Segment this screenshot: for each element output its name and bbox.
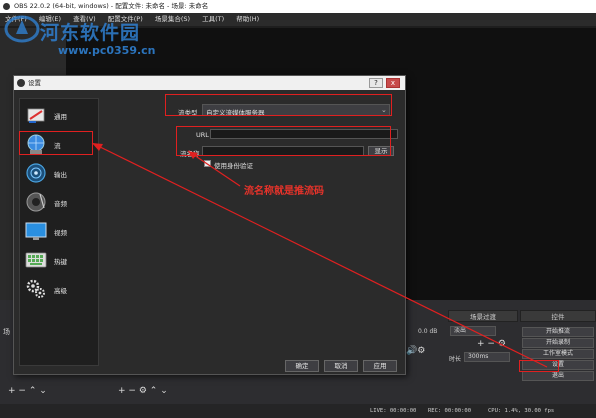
source-settings-icon[interactable]: ⚙ — [139, 386, 147, 396]
sidebar-item-general[interactable]: 通用 — [20, 101, 98, 129]
sidebar-item-label: 音频 — [54, 200, 67, 208]
remove-scene-icon[interactable]: − — [18, 386, 26, 396]
sidebar-item-audio[interactable]: 音频 — [20, 188, 98, 216]
mixer-gear-icon[interactable]: ⚙ — [417, 346, 425, 356]
source-up-icon[interactable]: ⌃ — [150, 386, 158, 396]
mixer-controls: 🔊⚙ — [406, 346, 425, 356]
menu-help[interactable]: 帮助(H) — [231, 13, 264, 26]
close-button[interactable]: x — [386, 78, 400, 88]
sidebar-item-video[interactable]: 视频 — [20, 217, 98, 245]
scenes-toolbar: + − ⌃ ⌄ — [8, 386, 47, 396]
menu-scene-collection[interactable]: 场景集合(S) — [150, 13, 195, 26]
add-transition-icon[interactable]: + — [477, 339, 485, 349]
advanced-icon — [26, 279, 45, 298]
controls-header: 控件 — [520, 310, 596, 322]
obs-logo-icon — [3, 3, 10, 10]
apply-button[interactable]: 应用 — [363, 360, 397, 372]
ok-button[interactable]: 确定 — [285, 360, 319, 372]
cpu-status: CPU: 1.4%, 30.00 fps — [488, 408, 555, 414]
sidebar-item-hotkeys[interactable]: 热键 — [20, 246, 98, 274]
add-source-icon[interactable]: + — [118, 386, 126, 396]
hotkeys-icon — [25, 252, 47, 268]
status-bar: LIVE: 00:00:00 REC: 00:00:00 CPU: 1.4%, … — [0, 404, 596, 418]
controls-dock: 控件 开始推流 开始录制 工作室模式 设置 退出 — [520, 310, 596, 404]
general-icon — [27, 108, 45, 123]
sidebar-item-label: 通用 — [54, 113, 67, 121]
studio-mode-button[interactable]: 工作室模式 — [522, 349, 594, 359]
sidebar-item-advanced[interactable]: 高级 — [20, 275, 98, 303]
obs-window-title: OBS 22.0.2 (64-bit, windows) - 配置文件: 未命名… — [14, 2, 209, 10]
annotation-note: 流名称就是推流码 — [244, 186, 324, 197]
remove-source-icon[interactable]: − — [128, 386, 136, 396]
stream-sidebar-highlight — [19, 131, 93, 155]
output-icon — [26, 163, 46, 183]
scene-up-icon[interactable]: ⌃ — [29, 386, 37, 396]
transitions-header: 场景过渡 — [448, 310, 518, 322]
duration-input[interactable]: 300ms — [464, 352, 510, 362]
source-down-icon[interactable]: ⌄ — [160, 386, 168, 396]
obs-title-bar: OBS 22.0.2 (64-bit, windows) - 配置文件: 未命名… — [0, 0, 596, 13]
url-key-highlight — [176, 126, 391, 156]
settings-title-bar: 设置 ? x — [14, 76, 405, 90]
help-button[interactable]: ? — [369, 78, 383, 88]
transition-gear-icon[interactable]: ⚙ — [498, 339, 506, 349]
transition-toolbar: + − ⚙ — [477, 339, 506, 349]
sidebar-item-label: 热键 — [54, 258, 67, 266]
remove-transition-icon[interactable]: − — [487, 339, 495, 349]
watermark-text: 河东软件园 — [40, 22, 141, 44]
start-streaming-button[interactable]: 开始推流 — [522, 327, 594, 337]
settings-dialog: 设置 ? x 通用 流 输出 音频 视频 热键 高级 流类型 自定义流媒体服务器… — [13, 75, 406, 375]
scene-down-icon[interactable]: ⌄ — [39, 386, 47, 396]
obs-logo-icon — [17, 79, 25, 87]
add-scene-icon[interactable]: + — [8, 386, 16, 396]
menu-tools[interactable]: 工具(T) — [197, 13, 229, 26]
audio-icon — [26, 192, 46, 212]
sidebar-item-output[interactable]: 输出 — [20, 159, 98, 187]
sidebar-item-label: 视频 — [54, 229, 67, 237]
live-status: LIVE: 00:00:00 — [370, 408, 417, 414]
cancel-button[interactable]: 取消 — [324, 360, 358, 372]
stream-type-highlight — [165, 94, 392, 116]
mixer-db-value: 0.0 dB — [418, 328, 438, 335]
scenes-dock-title: 场 — [3, 328, 10, 336]
sidebar-item-label: 输出 — [54, 171, 67, 179]
sidebar-item-label: 高级 — [54, 287, 67, 295]
settings-title: 设置 — [28, 79, 41, 87]
transition-select[interactable]: 淡出 — [450, 326, 496, 336]
watermark-url: www.pc0359.cn — [58, 44, 156, 57]
exit-button[interactable]: 退出 — [522, 371, 594, 381]
sources-toolbar: + − ⚙ ⌃ ⌄ — [118, 386, 168, 396]
auth-checkbox[interactable] — [204, 160, 211, 167]
speaker-icon[interactable]: 🔊 — [406, 346, 417, 356]
video-icon — [25, 222, 47, 240]
start-recording-button[interactable]: 开始录制 — [522, 338, 594, 348]
settings-button-highlight — [519, 360, 559, 372]
auth-checkbox-label: 使用身份验证 — [214, 162, 253, 170]
duration-label: 时长 — [449, 356, 462, 363]
rec-status: REC: 00:00:00 — [428, 408, 472, 414]
watermark-logo-icon — [4, 15, 40, 43]
